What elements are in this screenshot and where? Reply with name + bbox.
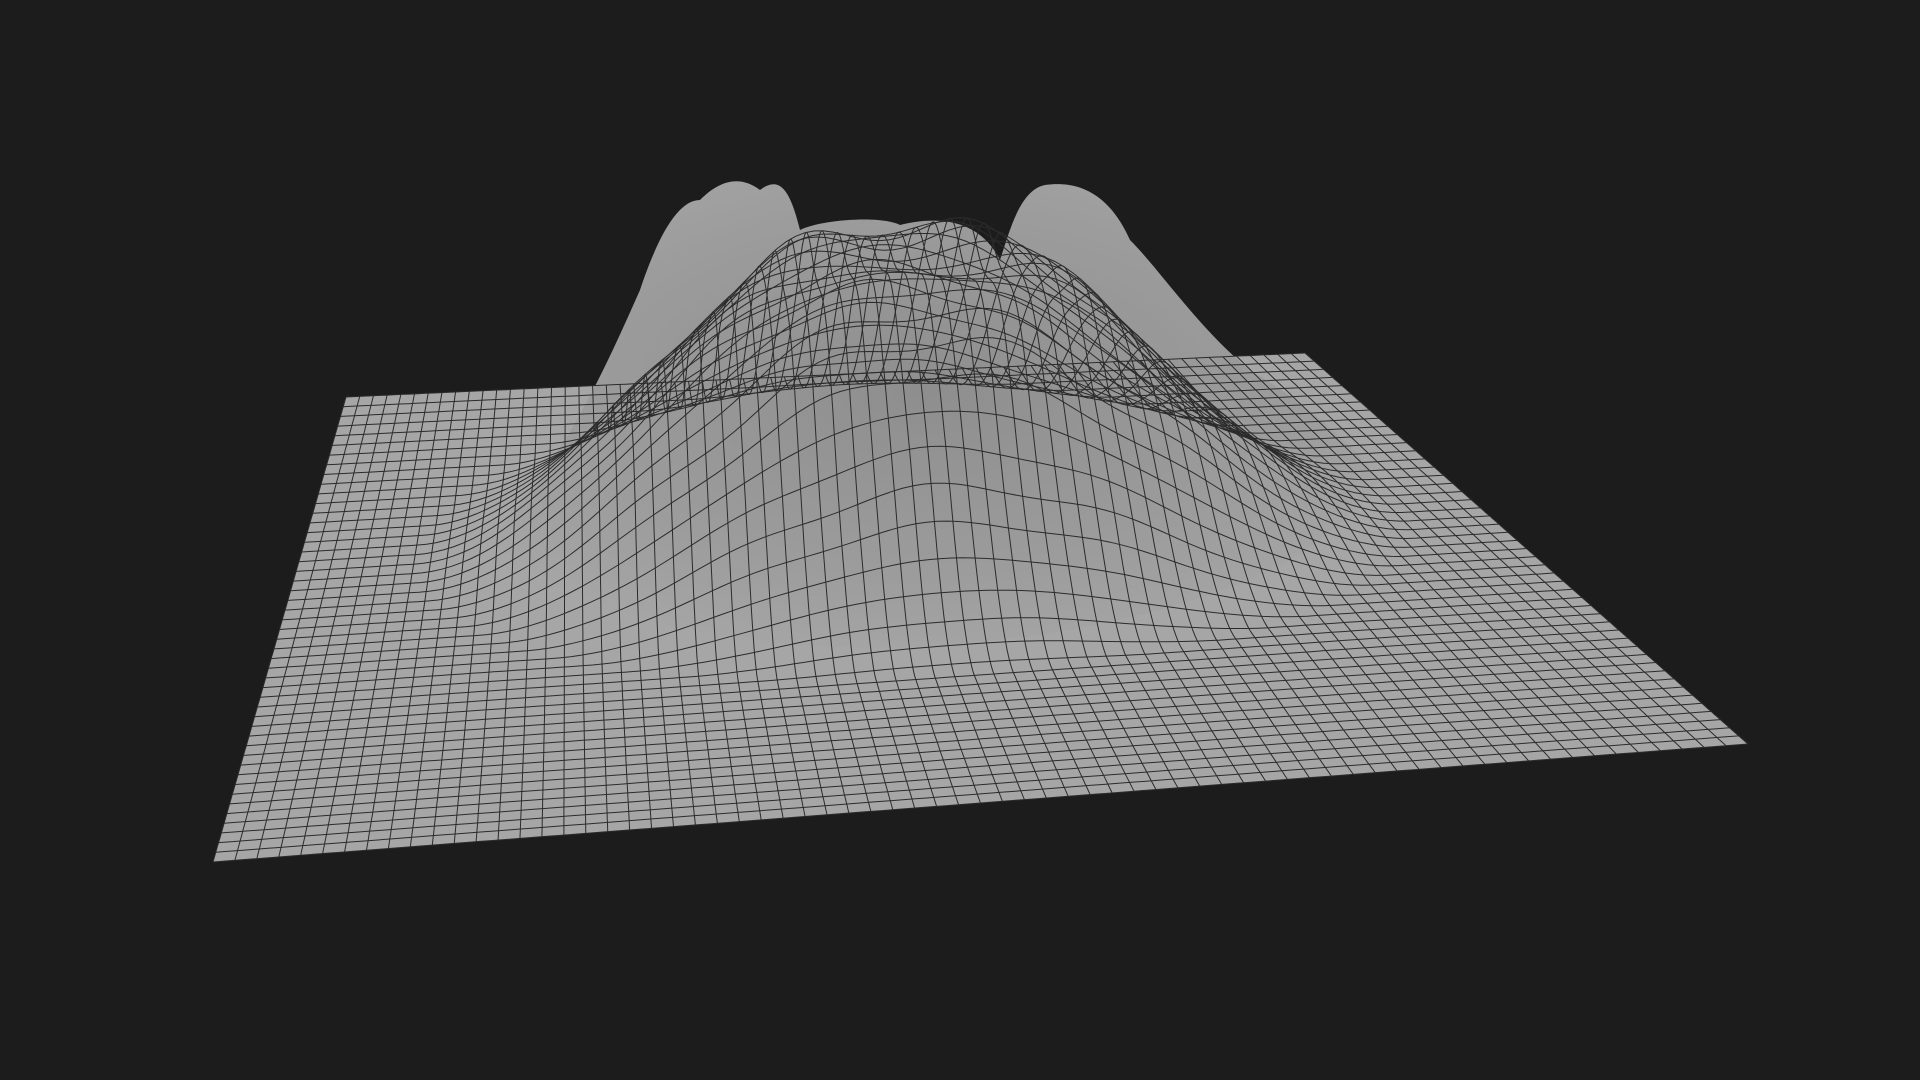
- terrain-mesh: [212, 181, 1749, 863]
- render-viewport: [0, 0, 1920, 1080]
